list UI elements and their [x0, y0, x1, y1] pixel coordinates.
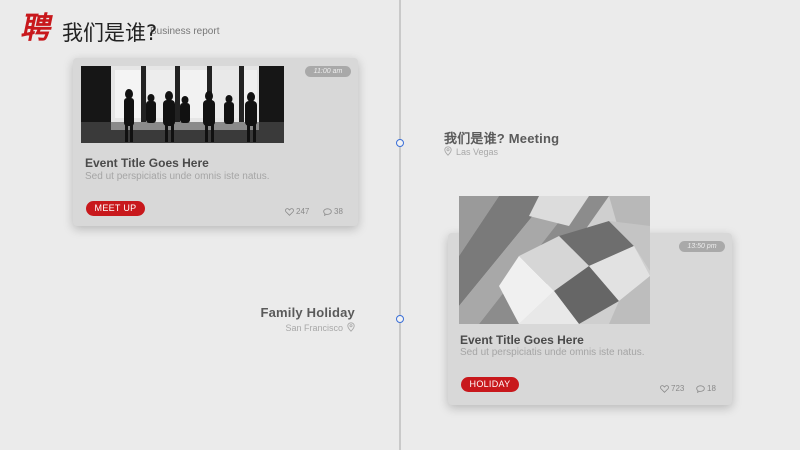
comments-value: 18 [707, 384, 716, 393]
event-time: 13:50 pm [679, 241, 725, 252]
comment-icon [696, 384, 705, 393]
event-title: Event Title Goes Here [460, 333, 584, 347]
holiday-button[interactable]: HOLIDAY [461, 377, 519, 392]
timeline-dot-holiday[interactable] [396, 315, 404, 323]
event-location-holiday: San Francisco [285, 322, 355, 334]
event-label-holiday: Family Holiday [260, 305, 355, 320]
event-description: Sed ut perspiciatis unde omnis iste natu… [85, 171, 270, 182]
event-card-meetup[interactable]: 11:00 am Event Title Goes Here Sed ut pe… [73, 58, 358, 226]
likes-count[interactable]: 247 [285, 207, 309, 216]
event-title: Event Title Goes Here [85, 156, 209, 170]
event-label-meeting: 我们是谁? Meeting [444, 131, 560, 146]
heart-icon [660, 384, 669, 393]
likes-value: 247 [296, 207, 310, 216]
event-location-text: San Francisco [285, 323, 343, 333]
event-location-text: Las Vegas [456, 147, 499, 157]
heart-icon [285, 207, 294, 216]
timeline-dot-meeting[interactable] [396, 139, 404, 147]
timeline-line [399, 0, 401, 450]
likes-value: 723 [671, 384, 685, 393]
meet-up-button[interactable]: MEET UP [86, 201, 145, 216]
event-photo-architecture [459, 196, 650, 324]
comments-value: 38 [334, 207, 343, 216]
comments-count[interactable]: 18 [696, 384, 716, 393]
comment-icon [323, 207, 332, 216]
page-title: 我们是谁? [62, 21, 158, 45]
location-pin-icon [444, 146, 452, 158]
event-photo-silhouettes [81, 66, 284, 143]
likes-count[interactable]: 723 [660, 384, 684, 393]
event-location-meeting: Las Vegas [444, 146, 498, 158]
header-subtitle: Business report [150, 26, 220, 37]
event-time: 11:00 am [305, 66, 351, 77]
brand-logo: 聘 [18, 11, 56, 46]
location-pin-icon [347, 322, 355, 334]
event-description: Sed ut perspiciatis unde omnis iste natu… [460, 347, 645, 358]
comments-count[interactable]: 38 [323, 207, 343, 216]
